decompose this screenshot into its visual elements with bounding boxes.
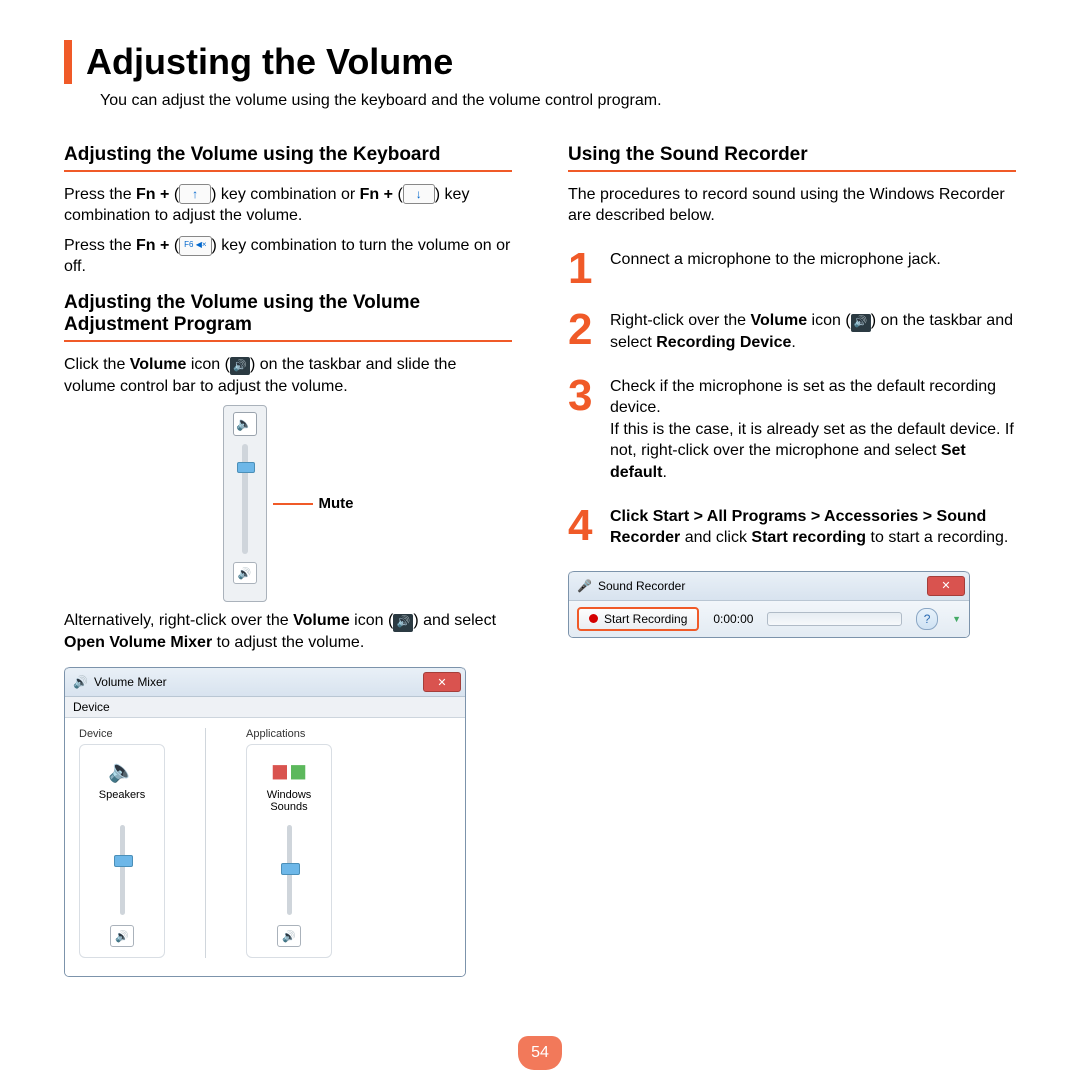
mixer-group-apps: Applications — [246, 728, 332, 740]
page-title: Adjusting the Volume — [86, 41, 453, 83]
volume-icon: 🔊 — [851, 314, 871, 332]
step-2-number: 2 — [568, 310, 596, 353]
recorder-title: Sound Recorder — [598, 579, 927, 593]
speakers-slider[interactable] — [120, 825, 125, 915]
winsounds-thumb[interactable] — [281, 863, 300, 875]
fn-key-up-icon: ↑ — [179, 184, 211, 204]
fn-key-down-icon: ↓ — [403, 184, 435, 204]
step-4-number: 4 — [568, 506, 596, 549]
step-3-text: Check if the microphone is set as the de… — [610, 376, 1016, 484]
speakers-thumb[interactable] — [114, 855, 133, 867]
mixer-menu-device[interactable]: Device — [65, 697, 465, 718]
recorder-intro: The procedures to record sound using the… — [568, 184, 1016, 227]
volume-thumb[interactable] — [237, 462, 255, 473]
mixer-item-speakers: 🔈 Speakers 🔊 — [79, 744, 165, 958]
volume-icon: 🔊 — [230, 357, 250, 375]
recorder-icon: 🎤 — [577, 579, 592, 593]
mute-button[interactable]: 🔊 — [233, 562, 257, 584]
section-heading-recorder: Using the Sound Recorder — [568, 144, 1016, 172]
winsounds-mute[interactable]: 🔊 — [277, 925, 301, 947]
section-heading-keyboard: Adjusting the Volume using the Keyboard — [64, 144, 512, 172]
page-number: 54 — [518, 1036, 562, 1070]
speakers-icon: 🔈 — [106, 755, 138, 787]
keyboard-para-1: Press the Fn + (↑) key combination or Fn… — [64, 184, 512, 227]
keyboard-para-2: Press the Fn + (F6 ◀×) key combination t… — [64, 235, 512, 278]
step-4: 4 Click Start > All Programs > Accessori… — [568, 506, 1016, 549]
close-button[interactable]: ✕ — [423, 672, 461, 692]
mixer-item-windows-sounds: ◼◼ Windows Sounds 🔊 — [246, 744, 332, 958]
windows-icon: ◼◼ — [273, 755, 305, 787]
callout-line — [273, 503, 313, 505]
accent-bar — [64, 40, 72, 84]
volume-slider-popup: 🔈 🔊 — [223, 405, 267, 602]
program-para-1: Click the Volume icon (🔊) on the taskbar… — [64, 354, 512, 397]
winsounds-slider[interactable] — [287, 825, 292, 915]
mute-label: Mute — [319, 495, 354, 512]
step-3-number: 3 — [568, 376, 596, 484]
help-button[interactable]: ? — [916, 608, 938, 630]
volume-icon: 🔊 — [393, 614, 413, 632]
mixer-icon: 🔊 — [73, 675, 88, 689]
start-recording-button[interactable]: Start Recording — [577, 607, 699, 631]
volume-mixer-window: 🔊 Volume Mixer ✕ Device Device 🔈 Speaker… — [64, 667, 466, 977]
record-dot-icon — [589, 614, 598, 623]
dropdown-icon[interactable]: ▼ — [952, 614, 961, 624]
close-button[interactable]: ✕ — [927, 576, 965, 596]
step-2-text: Right-click over the Volume icon (🔊) on … — [610, 310, 1016, 353]
sound-recorder-window: 🎤 Sound Recorder ✕ Start Recording 0:00:… — [568, 571, 970, 638]
section-heading-program: Adjusting the Volume using the Volume Ad… — [64, 292, 512, 342]
step-4-text: Click Start > All Programs > Accessories… — [610, 506, 1016, 549]
step-1-text: Connect a microphone to the microphone j… — [610, 249, 941, 289]
recording-time: 0:00:00 — [713, 612, 753, 626]
recording-progress — [767, 612, 902, 626]
fn-key-mute-icon: F6 ◀× — [179, 236, 211, 256]
volume-track[interactable] — [242, 444, 248, 554]
mixer-title: Volume Mixer — [94, 675, 423, 689]
step-3: 3 Check if the microphone is set as the … — [568, 376, 1016, 484]
step-1: 1 Connect a microphone to the microphone… — [568, 249, 1016, 289]
mixer-group-device: Device — [79, 728, 165, 740]
program-para-2: Alternatively, right-click over the Volu… — [64, 610, 512, 653]
step-2: 2 Right-click over the Volume icon (🔊) o… — [568, 310, 1016, 353]
intro-text: You can adjust the volume using the keyb… — [100, 90, 1016, 112]
speaker-icon: 🔈 — [233, 412, 257, 436]
step-1-number: 1 — [568, 249, 596, 289]
slider-footer — [243, 588, 245, 597]
speakers-mute[interactable]: 🔊 — [110, 925, 134, 947]
